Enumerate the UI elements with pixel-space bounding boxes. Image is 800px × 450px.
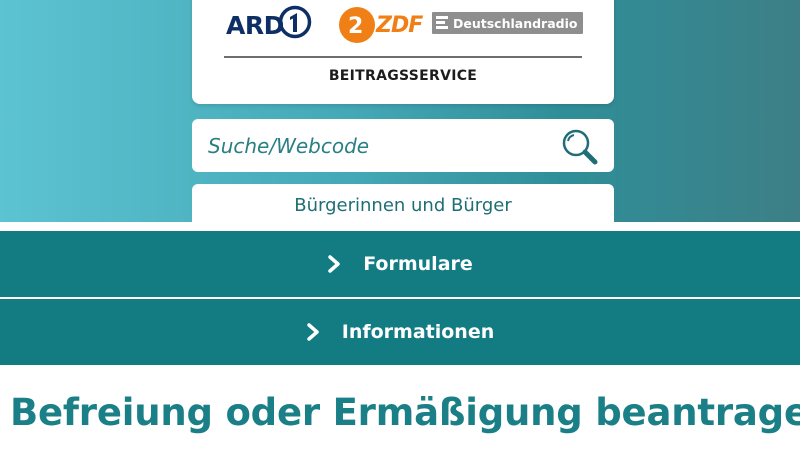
zdf-circle-icon: 2	[339, 7, 375, 43]
ard-one-icon	[278, 5, 312, 39]
nav-divider	[0, 222, 800, 224]
logo-card[interactable]: ARD 2 ZDF Deutschlandradio BEITRAGSSERVI…	[192, 0, 614, 104]
nav-item-label: Formulare	[363, 253, 473, 275]
search-input[interactable]	[208, 119, 538, 172]
page-title: Befreiung oder Ermäßigung beantragen	[10, 391, 800, 434]
logo-divider	[224, 56, 582, 58]
nav-item-informationen[interactable]: Informationen	[0, 299, 800, 365]
audience-selector[interactable]: Bürgerinnen und Bürger	[192, 184, 614, 222]
deutschlandradio-logo-text: Deutschlandradio	[453, 15, 578, 31]
search-icon	[562, 129, 598, 165]
deutschlandradio-mark-icon	[436, 16, 448, 29]
chevron-right-icon	[328, 255, 340, 273]
service-name: BEITRAGSSERVICE	[328, 68, 478, 84]
ard-logo-text: ARD	[226, 11, 284, 40]
deutschlandradio-logo: Deutschlandradio	[432, 12, 584, 34]
search-bar	[192, 119, 614, 172]
nav-item-label: Informationen	[341, 321, 495, 343]
chevron-right-icon	[307, 323, 319, 341]
svg-text:2: 2	[348, 14, 363, 39]
nav-item-formulare[interactable]: Formulare	[0, 231, 800, 297]
header-hero: ARD 2 ZDF Deutschlandradio BEITRAGSSERVI…	[0, 0, 800, 222]
audience-label: Bürgerinnen und Bürger	[294, 195, 512, 216]
zdf-logo-text: ZDF	[376, 12, 423, 38]
zdf-logo: 2 ZDF	[338, 6, 423, 44]
search-button[interactable]	[560, 127, 600, 167]
broadcaster-logos: ARD 2 ZDF Deutschlandradio	[192, 5, 614, 45]
